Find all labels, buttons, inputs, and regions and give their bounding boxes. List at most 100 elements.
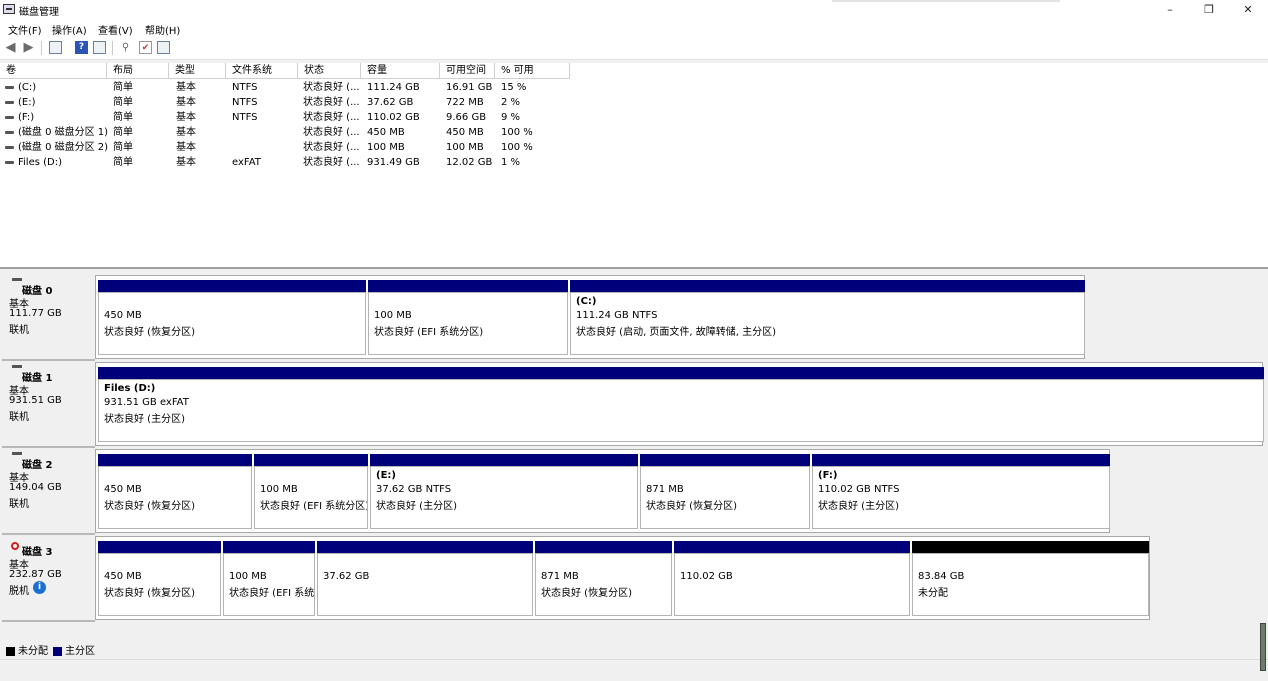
cell-percent-free: 100 % <box>501 127 533 138</box>
offline-icon <box>11 542 19 550</box>
status-bar <box>0 659 1268 681</box>
disk-size: 232.87 GB <box>9 569 62 580</box>
column-header-capacity[interactable]: 容量 <box>361 63 440 79</box>
partition[interactable]: 871 MB 状态良好 (恢复分区) <box>535 541 672 616</box>
partition-body: 871 MB 状态良好 (恢复分区) <box>640 466 810 529</box>
partition[interactable]: 100 MB 状态良好 (EFI 系统分区) <box>254 454 368 529</box>
partition[interactable]: Files (D:) 931.51 GB exFAT 状态良好 (主分区) <box>98 367 1264 442</box>
volume-icon <box>5 101 14 104</box>
cell-filesystem: NTFS <box>232 97 258 108</box>
scroll-handle[interactable] <box>1260 623 1266 671</box>
partition-body: 100 MB 状态良好 (EFI 系统分区) <box>254 466 368 529</box>
volume-list: 卷 布局 类型 文件系统 状态 容量 可用空间 % 可用 (C:) 简单 基本 NTF… <box>0 63 1268 269</box>
cell-layout: 简单 <box>113 82 133 93</box>
partition-status: 状态良好 (EFI 系统分区) <box>260 501 368 512</box>
disk-status: 联机 <box>9 412 29 423</box>
cell-capacity: 931.49 GB <box>367 157 420 168</box>
menu-view[interactable]: 查看(V) <box>98 22 133 37</box>
partition[interactable]: 450 MB 状态良好 (恢复分区) <box>98 454 252 529</box>
minimize-button[interactable]: – <box>1150 0 1190 19</box>
legend-label-primary: 主分区 <box>65 646 95 657</box>
restore-button[interactable]: ❐ <box>1189 0 1229 19</box>
cell-layout: 简单 <box>113 112 133 123</box>
table-row[interactable]: (F:) 简单 基本 NTFS 状态良好 (... 110.02 GB 9.66 GB 9 % <box>0 110 600 125</box>
cell-free-space: 16.91 GB <box>446 82 493 93</box>
cell-type: 基本 <box>176 127 196 138</box>
forward-arrow-icon[interactable]: ▶ <box>22 41 35 54</box>
cell-status: 状态良好 (... <box>303 112 360 123</box>
partition-body: (F:) 110.02 GB NTFS 状态良好 (主分区) <box>812 466 1110 529</box>
cell-capacity: 37.62 GB <box>367 97 414 108</box>
partition-color-bar <box>98 280 366 292</box>
table-row[interactable]: (C:) 简单 基本 NTFS 状态良好 (... 111.24 GB 16.91 GB 15… <box>0 80 600 95</box>
cell-volume: (F:) <box>18 112 35 123</box>
partition-body: 110.02 GB <box>674 553 910 616</box>
volume-icon <box>5 146 14 149</box>
cell-filesystem: exFAT <box>232 157 261 168</box>
disk-info-3[interactable]: 磁盘 3 基本 232.87 GB 脱机 i <box>2 536 95 622</box>
properties-icon[interactable] <box>93 41 106 54</box>
cell-filesystem: NTFS <box>232 112 258 123</box>
partition[interactable]: (F:) 110.02 GB NTFS 状态良好 (主分区) <box>812 454 1110 529</box>
column-header-volume[interactable]: 卷 <box>0 63 107 79</box>
partition-color-bar <box>570 280 1085 292</box>
partition[interactable]: 37.62 GB <box>317 541 533 616</box>
column-header-filesystem[interactable]: 文件系统 <box>226 63 298 79</box>
legend-swatch-unallocated <box>6 647 15 656</box>
partition[interactable]: 100 MB 状态良好 (EFI 系统 <box>223 541 315 616</box>
partition-size: 37.62 GB NTFS <box>376 484 452 495</box>
partition[interactable]: 100 MB 状态良好 (EFI 系统分区) <box>368 280 568 355</box>
partition-status: 状态良好 (恢复分区) <box>104 501 195 512</box>
close-button[interactable]: ✕ <box>1228 0 1268 19</box>
cell-status: 状态良好 (... <box>303 142 360 153</box>
column-header-percent-free[interactable]: % 可用 <box>495 63 570 79</box>
column-header-layout[interactable]: 布局 <box>107 63 169 79</box>
menu-action[interactable]: 操作(A) <box>52 22 87 37</box>
partition-body: 450 MB 状态良好 (恢复分区) <box>98 553 221 616</box>
legend-label-unallocated: 未分配 <box>18 646 48 657</box>
back-arrow-icon[interactable]: ◀ <box>4 41 17 54</box>
partition-size: 110.02 GB NTFS <box>818 484 900 495</box>
partition[interactable]: (E:) 37.62 GB NTFS 状态良好 (主分区) <box>370 454 638 529</box>
cell-status: 状态良好 (... <box>303 82 360 93</box>
partition-body: 100 MB 状态良好 (EFI 系统 <box>223 553 315 616</box>
disk-info-1[interactable]: 磁盘 1 基本 931.51 GB 联机 <box>2 362 95 448</box>
table-row[interactable]: (磁盘 0 磁盘分区 1) 简单 基本 状态良好 (... 450 MB 450 MB 10… <box>0 125 600 140</box>
cell-volume: (磁盘 0 磁盘分区 1) <box>18 127 109 138</box>
partition[interactable]: 871 MB 状态良好 (恢复分区) <box>640 454 810 529</box>
help-icon[interactable]: ? <box>75 41 88 54</box>
partition[interactable]: (C:) 111.24 GB NTFS 状态良好 (启动, 页面文件, 故障转储, … <box>570 280 1085 355</box>
partition[interactable]: 450 MB 状态良好 (恢复分区) <box>98 280 366 355</box>
toolbar-separator <box>41 41 42 55</box>
partition-body: (E:) 37.62 GB NTFS 状态良好 (主分区) <box>370 466 638 529</box>
disk-info-2[interactable]: 磁盘 2 基本 149.04 GB 联机 <box>2 449 95 535</box>
disk-info-0[interactable]: 磁盘 0 基本 111.77 GB 联机 <box>2 275 95 361</box>
column-header-type[interactable]: 类型 <box>169 63 226 79</box>
list-view-icon[interactable] <box>157 41 170 54</box>
volume-icon <box>5 161 14 164</box>
disk-size: 111.77 GB <box>9 308 62 319</box>
connect-icon[interactable]: ⚲ <box>119 41 132 54</box>
table-row[interactable]: (E:) 简单 基本 NTFS 状态良好 (... 37.62 GB 722 MB 2 % <box>0 95 600 110</box>
table-row[interactable]: Files (D:) 简单 基本 exFAT 状态良好 (... 931.49 GB 12.… <box>0 155 600 170</box>
unallocated-space[interactable]: 83.84 GB 未分配 <box>912 541 1149 616</box>
console-icon[interactable] <box>49 41 62 54</box>
partition-size: 100 MB <box>229 571 267 582</box>
checklist-icon[interactable]: ✔ <box>139 41 152 54</box>
disk-partition-area: 450 MB 状态良好 (恢复分区) 100 MB 状态良好 (EFI 系统 37.62… <box>95 536 1150 620</box>
partition[interactable]: 450 MB 状态良好 (恢复分区) <box>98 541 221 616</box>
disk-status: 脱机 <box>9 586 29 597</box>
partition-color-bar <box>223 541 315 553</box>
table-row[interactable]: (磁盘 0 磁盘分区 2) 简单 基本 状态良好 (... 100 MB 100 MB 10… <box>0 140 600 155</box>
partition-size: 871 MB <box>541 571 579 582</box>
info-icon[interactable]: i <box>33 581 46 594</box>
partition[interactable]: 110.02 GB <box>674 541 910 616</box>
menu-help[interactable]: 帮助(H) <box>145 22 180 37</box>
partition-body: Files (D:) 931.51 GB exFAT 状态良好 (主分区) <box>98 379 1264 442</box>
column-header-status[interactable]: 状态 <box>298 63 361 79</box>
cell-capacity: 111.24 GB <box>367 82 420 93</box>
column-header-free-space[interactable]: 可用空间 <box>440 63 495 79</box>
menu-file[interactable]: 文件(F) <box>8 22 42 37</box>
partition-body: 450 MB 状态良好 (恢复分区) <box>98 466 252 529</box>
cell-layout: 简单 <box>113 97 133 108</box>
